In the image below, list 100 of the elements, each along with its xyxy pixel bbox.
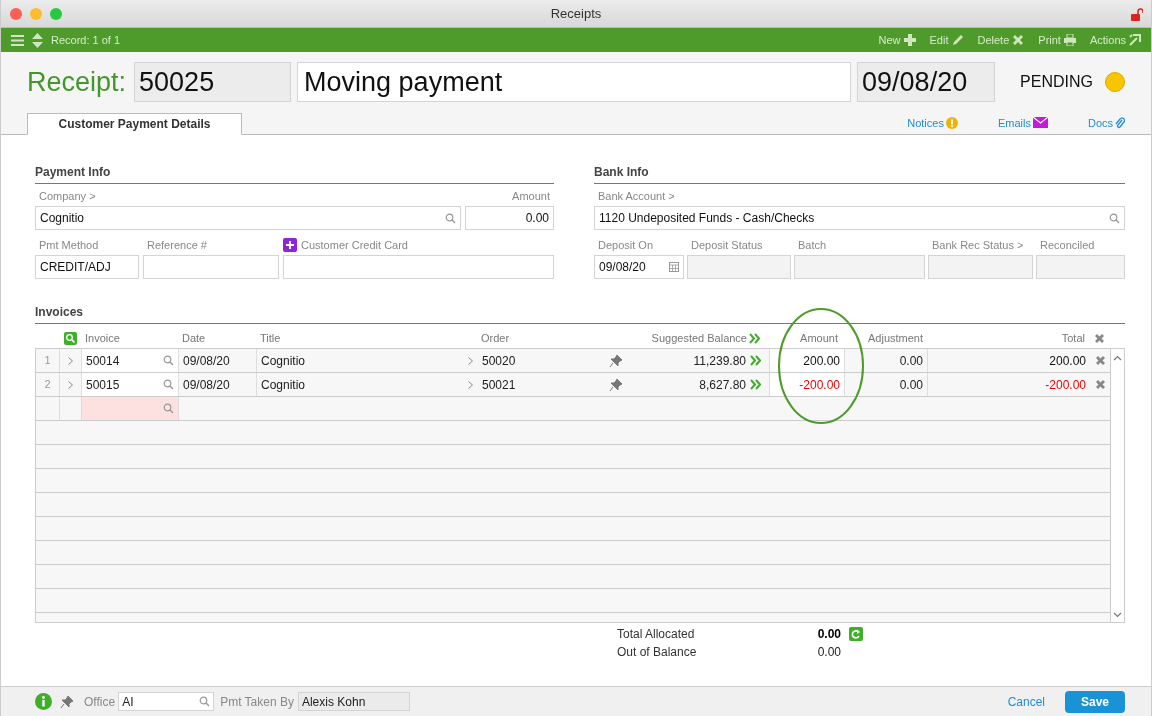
field-label: Bank Account >	[597, 189, 676, 203]
table-cell-text: 50021	[481, 376, 517, 394]
paperclip-icon	[1115, 116, 1125, 129]
search-button[interactable]	[63, 332, 77, 345]
input-field[interactable]: 0.00	[465, 206, 554, 230]
description-field[interactable]: Moving payment	[297, 62, 852, 102]
info-icon	[35, 693, 52, 710]
input-field[interactable]	[143, 255, 279, 279]
input-field[interactable]: CREDIT/ADJ	[35, 255, 139, 279]
input-field[interactable]: Alexis Kohn	[297, 692, 410, 711]
section-title: Payment Info	[35, 163, 554, 184]
input-field[interactable]	[687, 255, 791, 279]
plus-icon	[286, 241, 294, 249]
total-value: 0.00	[816, 643, 841, 661]
plus-icon	[903, 34, 916, 46]
field-label: Office	[84, 693, 116, 711]
field-label: Company >	[38, 189, 97, 203]
search-icon	[1109, 212, 1120, 224]
input-field[interactable]	[794, 255, 925, 279]
copy-balance-button[interactable]	[749, 333, 760, 344]
input-field[interactable]	[82, 397, 179, 420]
input-field[interactable]: 200.00	[770, 349, 845, 372]
chevron-right-icon[interactable]	[68, 356, 73, 365]
input-field[interactable]: 1120 Undeposited Funds - Cash/Checks	[594, 206, 1125, 230]
input-field[interactable]: 50015	[82, 373, 179, 396]
field-label: Deposit Status	[690, 238, 764, 252]
close-icon	[1094, 355, 1106, 366]
input-field[interactable]: 50014	[82, 349, 179, 372]
table-cell: 0.00	[845, 373, 928, 396]
table-cell-text: Cognitio	[260, 352, 307, 370]
input-field[interactable]	[283, 255, 554, 279]
field-label: Customer Credit Card	[301, 237, 408, 253]
field-label: Reference #	[146, 238, 208, 252]
add-button[interactable]	[283, 238, 297, 252]
info-button[interactable]	[35, 693, 52, 710]
table-cell-text: 8,627.80	[698, 376, 747, 394]
pin-icon	[608, 353, 623, 368]
search-icon	[163, 355, 174, 366]
receipt-number-field[interactable]: 50025	[134, 62, 292, 102]
zoom-button[interactable]	[50, 8, 62, 20]
chevron-right-icon[interactable]	[68, 380, 73, 389]
total-label: Total Allocated	[617, 625, 696, 643]
column-header: Invoice	[84, 331, 121, 347]
delete-row-button[interactable]	[1094, 355, 1106, 366]
field-label: Batch	[797, 238, 828, 252]
tab[interactable]: Customer Payment Details	[27, 113, 242, 135]
table-cell: 0.00	[845, 349, 928, 372]
table-cell-text: -200.00	[1044, 376, 1087, 394]
menu-icon[interactable]	[11, 34, 24, 46]
close-icon	[1094, 379, 1106, 390]
column-header: Adjustment	[867, 331, 925, 347]
date-field[interactable]: 09/08/20	[594, 255, 684, 279]
copy-balance-button[interactable]	[750, 355, 761, 366]
refresh-button[interactable]	[849, 626, 863, 641]
pin-button[interactable]	[608, 353, 623, 368]
input-field[interactable]: AI	[118, 692, 215, 711]
table-cell: 09/08/20	[179, 373, 257, 396]
input-field[interactable]	[928, 255, 1033, 279]
column-header: Title	[259, 331, 282, 347]
search-icon	[163, 403, 174, 414]
field-label: Pmt Taken By	[220, 693, 294, 711]
field-label: Bank Rec Status >	[931, 238, 1025, 252]
input-field[interactable]: Cognitio	[35, 206, 461, 230]
total-label: Out of Balance	[617, 643, 698, 661]
pin-button[interactable]	[60, 694, 74, 709]
delete-row-button[interactable]	[1094, 379, 1106, 390]
copy-balance-button[interactable]	[750, 379, 761, 390]
table-cell-text: 200.00	[1048, 352, 1087, 370]
envelope-icon	[1032, 117, 1048, 129]
column-header: Order	[480, 331, 511, 347]
search-icon	[199, 696, 211, 707]
alert-icon	[945, 116, 958, 129]
field-label: Amount	[511, 189, 551, 203]
section-title: Bank Info	[594, 163, 1125, 184]
printer-icon	[1063, 34, 1076, 46]
column-header: Date	[181, 331, 207, 347]
chevron-down-icon	[1113, 612, 1122, 618]
section-title: Invoices	[35, 303, 1125, 324]
chevron-up-icon	[1113, 355, 1122, 361]
row-number: 1	[36, 349, 60, 372]
chevron-right-icon[interactable]	[467, 356, 473, 365]
date-field[interactable]: 09/08/20	[857, 62, 996, 102]
column-header: Amount	[799, 331, 839, 347]
table-cell: 09/08/20	[179, 349, 257, 372]
close-button[interactable]	[10, 8, 22, 20]
input-field[interactable]	[1036, 255, 1125, 279]
double-chevron-icon	[750, 355, 761, 366]
table-cell-text: 50020	[481, 352, 517, 370]
close-icon	[1093, 333, 1105, 344]
search-icon	[163, 379, 174, 390]
status-label: PENDING	[1020, 72, 1093, 92]
scrollbar[interactable]	[1110, 349, 1124, 622]
column-header: Total	[1060, 331, 1086, 347]
arrow-icon	[1129, 34, 1141, 46]
delete-all-button[interactable]	[1093, 333, 1105, 344]
input-field[interactable]: -200.00	[770, 373, 845, 396]
chevron-right-icon[interactable]	[467, 380, 473, 389]
table-cell-text: 11,239.80	[692, 352, 747, 370]
pin-button[interactable]	[608, 377, 623, 392]
up-down-arrows-icon[interactable]	[32, 32, 43, 48]
